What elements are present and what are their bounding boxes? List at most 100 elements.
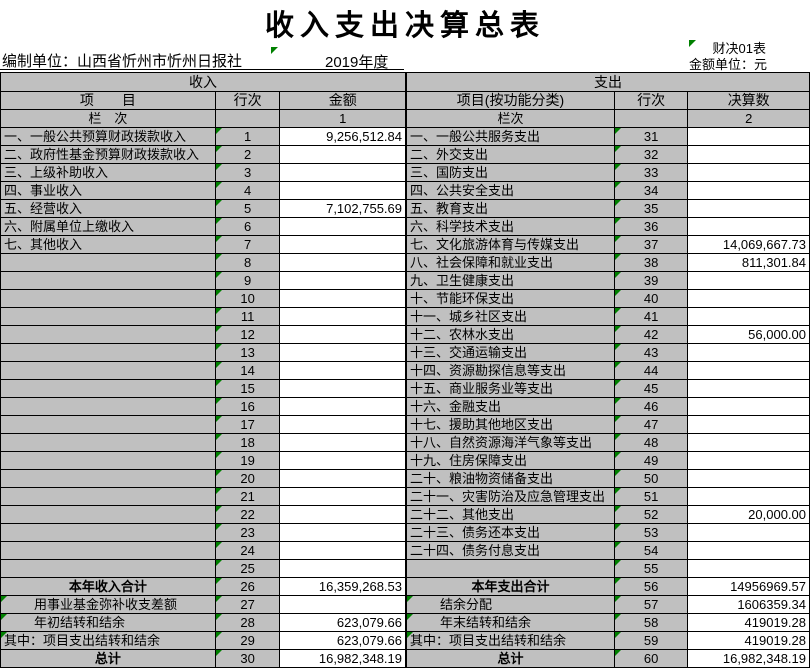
income-item-cell[interactable] xyxy=(1,542,216,560)
income-line-cell[interactable]: 1 xyxy=(215,128,280,146)
income-amount-cell[interactable] xyxy=(280,506,406,524)
income-amount-cell[interactable] xyxy=(280,398,406,416)
expenditure-amount-cell[interactable] xyxy=(688,164,810,182)
expenditure-line-cell[interactable]: 49 xyxy=(614,452,687,470)
expenditure-amount-cell[interactable]: 14,069,667.73 xyxy=(688,236,810,254)
income-item-cell[interactable] xyxy=(1,326,216,344)
income-amount-cell[interactable] xyxy=(280,596,406,614)
expenditure-item-cell[interactable]: 总计 xyxy=(407,650,615,668)
expenditure-line-cell[interactable]: 40 xyxy=(614,290,687,308)
income-line-cell[interactable]: 9 xyxy=(215,272,280,290)
expenditure-item-cell[interactable]: 年末结转和结余 xyxy=(407,614,615,632)
income-item-cell[interactable]: 本年收入合计 xyxy=(1,578,216,596)
expenditure-colindex-line[interactable] xyxy=(614,110,687,128)
income-item-cell[interactable]: 二、政府性基金预算财政拨款收入 xyxy=(1,146,216,164)
expenditure-line-cell[interactable]: 58 xyxy=(614,614,687,632)
expenditure-item-cell[interactable]: 七、文化旅游体育与传媒支出 xyxy=(407,236,615,254)
income-amount-cell[interactable] xyxy=(280,434,406,452)
expenditure-amount-cell[interactable]: 811,301.84 xyxy=(688,254,810,272)
income-amount-cell[interactable]: 623,079.66 xyxy=(280,632,406,650)
income-amount-cell[interactable]: 16,982,348.19 xyxy=(280,650,406,668)
income-amount-cell[interactable] xyxy=(280,560,406,578)
income-item-cell[interactable]: 一、一般公共预算财政拨款收入 xyxy=(1,128,216,146)
income-amount-cell[interactable] xyxy=(280,182,406,200)
expenditure-colindex-amount[interactable]: 2 xyxy=(688,110,810,128)
income-amount-cell[interactable] xyxy=(280,362,406,380)
expenditure-col-line-header[interactable]: 行次 xyxy=(614,92,687,110)
expenditure-amount-cell[interactable] xyxy=(688,290,810,308)
expenditure-section-header[interactable]: 支出 xyxy=(407,73,810,92)
income-col-item-header[interactable]: 项 目 xyxy=(1,92,216,110)
expenditure-line-cell[interactable]: 44 xyxy=(614,362,687,380)
income-item-cell[interactable]: 五、经营收入 xyxy=(1,200,216,218)
expenditure-amount-cell[interactable] xyxy=(688,200,810,218)
expenditure-line-cell[interactable]: 54 xyxy=(614,542,687,560)
income-item-cell[interactable] xyxy=(1,308,216,326)
income-amount-cell[interactable]: 7,102,755.69 xyxy=(280,200,406,218)
income-item-cell[interactable] xyxy=(1,560,216,578)
expenditure-amount-cell[interactable] xyxy=(688,182,810,200)
expenditure-line-cell[interactable]: 46 xyxy=(614,398,687,416)
income-item-cell[interactable] xyxy=(1,488,216,506)
expenditure-item-cell[interactable] xyxy=(407,560,615,578)
income-line-cell[interactable]: 7 xyxy=(215,236,280,254)
income-line-cell[interactable]: 8 xyxy=(215,254,280,272)
income-item-cell[interactable]: 七、其他收入 xyxy=(1,236,216,254)
expenditure-item-cell[interactable]: 二十四、债务付息支出 xyxy=(407,542,615,560)
income-colindex-line[interactable] xyxy=(215,110,280,128)
expenditure-amount-cell[interactable]: 56,000.00 xyxy=(688,326,810,344)
income-item-cell[interactable] xyxy=(1,344,216,362)
income-col-line-header[interactable]: 行次 xyxy=(215,92,280,110)
income-item-cell[interactable]: 年初结转和结余 xyxy=(1,614,216,632)
expenditure-amount-cell[interactable] xyxy=(688,452,810,470)
income-amount-cell[interactable] xyxy=(280,488,406,506)
income-amount-cell[interactable]: 9,256,512.84 xyxy=(280,128,406,146)
income-amount-cell[interactable] xyxy=(280,272,406,290)
expenditure-item-cell[interactable]: 一、一般公共服务支出 xyxy=(407,128,615,146)
expenditure-amount-cell[interactable]: 419019.28 xyxy=(688,632,810,650)
expenditure-line-cell[interactable]: 47 xyxy=(614,416,687,434)
income-line-cell[interactable]: 2 xyxy=(215,146,280,164)
income-item-cell[interactable] xyxy=(1,416,216,434)
income-item-cell[interactable] xyxy=(1,290,216,308)
income-amount-cell[interactable] xyxy=(280,290,406,308)
expenditure-amount-cell[interactable] xyxy=(688,524,810,542)
income-line-cell[interactable]: 26 xyxy=(215,578,280,596)
income-amount-cell[interactable] xyxy=(280,254,406,272)
income-line-cell[interactable]: 19 xyxy=(215,452,280,470)
income-line-cell[interactable]: 5 xyxy=(215,200,280,218)
expenditure-line-cell[interactable]: 52 xyxy=(614,506,687,524)
income-line-cell[interactable]: 22 xyxy=(215,506,280,524)
expenditure-line-cell[interactable]: 43 xyxy=(614,344,687,362)
expenditure-item-cell[interactable]: 四、公共安全支出 xyxy=(407,182,615,200)
expenditure-amount-cell[interactable] xyxy=(688,542,810,560)
expenditure-amount-cell[interactable]: 14956969.57 xyxy=(688,578,810,596)
expenditure-item-cell[interactable]: 二十一、灾害防治及应急管理支出 xyxy=(407,488,615,506)
income-item-cell[interactable] xyxy=(1,380,216,398)
expenditure-item-cell[interactable]: 其中：项目支出结转和结余 xyxy=(407,632,615,650)
income-line-cell[interactable]: 28 xyxy=(215,614,280,632)
income-line-cell[interactable]: 18 xyxy=(215,434,280,452)
expenditure-line-cell[interactable]: 36 xyxy=(614,218,687,236)
income-amount-cell[interactable] xyxy=(280,308,406,326)
income-line-cell[interactable]: 15 xyxy=(215,380,280,398)
income-line-cell[interactable]: 16 xyxy=(215,398,280,416)
income-item-cell[interactable]: 总计 xyxy=(1,650,216,668)
expenditure-line-cell[interactable]: 50 xyxy=(614,470,687,488)
income-line-cell[interactable]: 11 xyxy=(215,308,280,326)
expenditure-amount-cell[interactable] xyxy=(688,398,810,416)
income-amount-cell[interactable] xyxy=(280,218,406,236)
expenditure-line-cell[interactable]: 55 xyxy=(614,560,687,578)
income-item-cell[interactable]: 四、事业收入 xyxy=(1,182,216,200)
expenditure-col-amount-header[interactable]: 决算数 xyxy=(688,92,810,110)
expenditure-item-cell[interactable]: 二十、粮油物资储备支出 xyxy=(407,470,615,488)
income-line-cell[interactable]: 10 xyxy=(215,290,280,308)
expenditure-line-cell[interactable]: 42 xyxy=(614,326,687,344)
income-item-cell[interactable]: 用事业基金弥补收支差额 xyxy=(1,596,216,614)
expenditure-amount-cell[interactable]: 16,982,348.19 xyxy=(688,650,810,668)
expenditure-line-cell[interactable]: 53 xyxy=(614,524,687,542)
expenditure-line-cell[interactable]: 51 xyxy=(614,488,687,506)
expenditure-line-cell[interactable]: 32 xyxy=(614,146,687,164)
expenditure-item-cell[interactable]: 十九、住房保障支出 xyxy=(407,452,615,470)
income-line-cell[interactable]: 12 xyxy=(215,326,280,344)
